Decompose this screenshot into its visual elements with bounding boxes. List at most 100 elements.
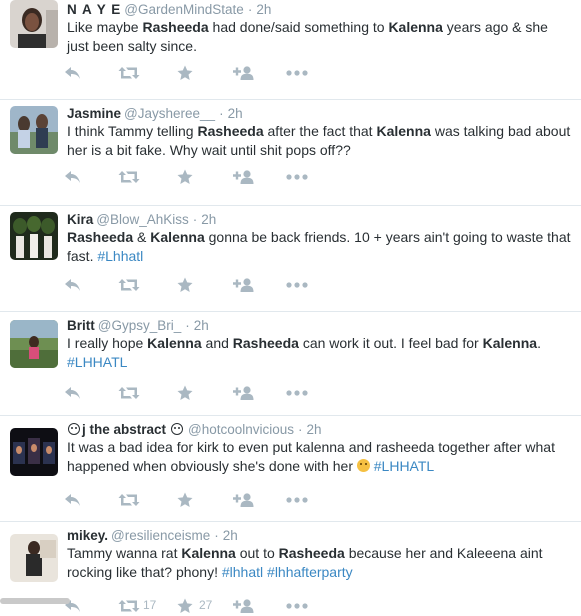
reply-button[interactable] [61,167,85,187]
display-name[interactable]: Britt [67,318,95,333]
favorite-icon [177,385,193,401]
avatar[interactable] [10,428,58,476]
more-icon [286,497,308,503]
timestamp[interactable]: 2h [307,422,322,437]
retweet-button[interactable] [117,275,141,295]
follow-icon [232,492,254,508]
tweet-header: Britt @Gypsy_Bri_ · 2h [67,317,573,335]
follow-button[interactable] [231,383,255,403]
reply-button[interactable] [61,490,85,510]
retweet-button[interactable] [117,490,141,510]
emoji-icon [171,423,184,435]
retweet-button[interactable]: 17 [117,596,156,616]
hashtag-link[interactable]: #lhhatl [222,564,263,580]
avatar[interactable] [10,212,58,260]
tweet[interactable]: Jasmine @Jaysheree__ · 2h I think Tammy tel… [0,100,581,206]
reply-icon [64,170,82,184]
reply-icon [64,386,82,400]
retweet-icon [118,386,140,400]
favorite-button[interactable]: 27 [173,596,212,616]
hashtag-link[interactable]: #LHHATL [67,354,127,370]
retweet-button[interactable] [117,63,141,83]
username[interactable]: @Jaysheree__ [124,106,215,121]
highlighted-term: Rasheeda [232,335,299,351]
tweet[interactable]: j the abstract @hotcoolnvicious · 2h It was… [0,416,581,522]
favorite-button[interactable] [173,383,197,403]
tweet-actions [65,63,327,83]
hashtag-link[interactable]: #lhhafterparty [267,564,353,580]
horizontal-scrollbar[interactable] [0,598,70,604]
reply-icon [64,66,82,80]
timestamp[interactable]: 2h [223,528,238,543]
more-button[interactable] [285,490,309,510]
follow-button[interactable] [231,167,255,187]
reply-button[interactable] [61,383,85,403]
more-button[interactable] [285,63,309,83]
display-name[interactable]: Kira [67,212,93,227]
tweet-text: I really hope Kalenna and Rasheeda can w… [67,334,572,372]
username[interactable]: @Blow_AhKiss [96,212,189,227]
tweet[interactable]: N A Y E @GardenMindState · 2h Like maybe Ra… [0,0,581,100]
username[interactable]: @resilienceisme [111,528,210,543]
separator-dot: · [298,422,303,437]
avatar[interactable] [10,0,58,48]
username[interactable]: @GardenMindState [124,2,244,17]
text-segment: out to [235,545,279,561]
avatar[interactable] [10,534,58,582]
timestamp[interactable]: 2h [256,2,271,17]
highlighted-term: Rasheeda [142,19,209,35]
tweet[interactable]: Kira @Blow_AhKiss · 2h Rasheeda & Kalenna g… [0,206,581,312]
reply-icon [64,493,82,507]
retweet-icon [118,66,140,80]
reply-button[interactable] [61,275,85,295]
favorite-button[interactable] [173,490,197,510]
more-button[interactable] [285,383,309,403]
text-segment: . [537,335,541,351]
retweet-icon [118,493,140,507]
avatar[interactable] [10,320,58,368]
favorite-icon [177,598,193,614]
hashtag-link[interactable]: #Lhhatl [97,248,143,264]
tweet-text: Rasheeda & Kalenna gonna be back friends… [67,228,572,266]
display-name[interactable]: mikey. [67,528,108,543]
timestamp[interactable]: 2h [194,318,209,333]
favorite-button[interactable] [173,63,197,83]
tweet-actions [65,167,327,187]
follow-button[interactable] [231,490,255,510]
username[interactable]: @hotcoolnvicious [188,422,294,437]
tweet[interactable]: mikey. @resilienceisme · 2h Tammy wanna rat… [0,522,581,613]
tweet[interactable]: Britt @Gypsy_Bri_ · 2h I really hope Kalenn… [0,312,581,416]
display-name[interactable]: j the abstract [82,422,166,437]
follow-button[interactable] [231,596,255,616]
display-name[interactable]: N A Y E [67,2,121,17]
favorite-icon [177,492,193,508]
timestamp[interactable]: 2h [201,212,216,227]
text-segment: I think Tammy telling [67,123,198,139]
timestamp[interactable]: 2h [228,106,243,121]
favorite-button[interactable] [173,275,197,295]
reply-icon [64,278,82,292]
retweet-button[interactable] [117,167,141,187]
favorite-count: 27 [199,598,213,612]
text-segment: can work it out. I feel bad for [298,335,483,351]
hashtag-link[interactable]: #LHHATL [374,458,434,474]
retweet-button[interactable] [117,383,141,403]
follow-button[interactable] [231,63,255,83]
avatar[interactable] [10,106,58,154]
more-button[interactable] [285,275,309,295]
more-button[interactable] [285,167,309,187]
more-button[interactable] [285,596,309,616]
favorite-button[interactable] [173,167,197,187]
reply-button[interactable] [61,63,85,83]
username[interactable]: @Gypsy_Bri_ [98,318,181,333]
follow-button[interactable] [231,275,255,295]
more-icon [286,390,308,396]
text-segment: I really hope [67,335,148,351]
more-icon [286,174,308,180]
tweet-header: Kira @Blow_AhKiss · 2h [67,211,573,229]
display-name[interactable]: Jasmine [67,106,121,121]
tweet-header: N A Y E @GardenMindState · 2h [67,1,573,19]
follow-icon [232,169,254,185]
tweet-text: Tammy wanna rat Kalenna out to Rasheeda … [67,544,572,582]
tweet-header: mikey. @resilienceisme · 2h [67,527,573,545]
